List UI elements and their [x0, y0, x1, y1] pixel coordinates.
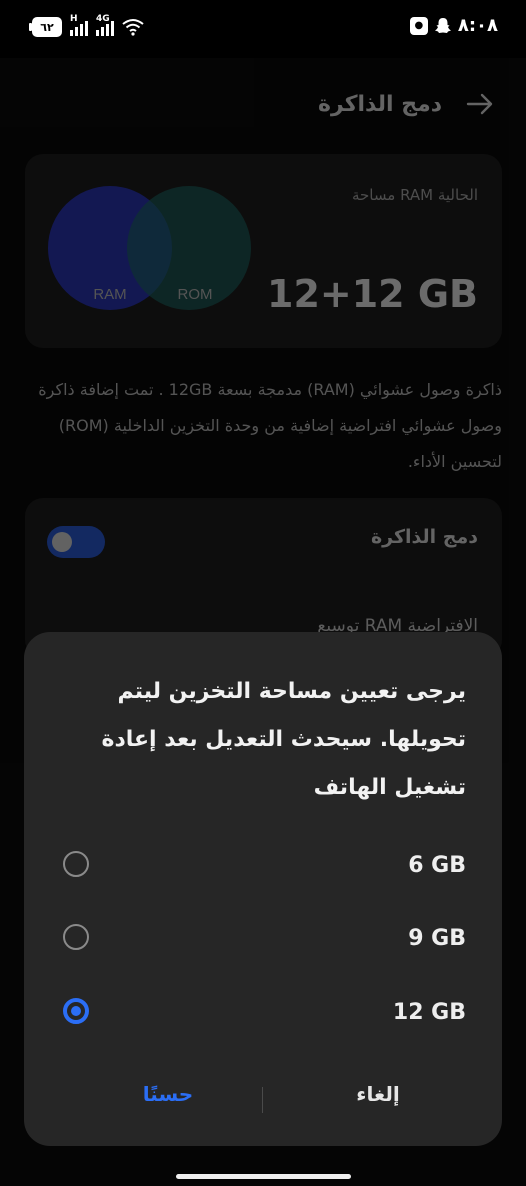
- radio-button-selected[interactable]: [63, 998, 89, 1024]
- option-label: 12 GB: [392, 1000, 466, 1025]
- memory-card: RAM ROM مساحة RAM الحالية 12+12 GB: [25, 154, 502, 348]
- network-type-1: H: [70, 14, 78, 24]
- venn-rom-label: ROM: [178, 286, 213, 303]
- wifi-icon: [122, 19, 144, 36]
- ok-button[interactable]: حسنًا: [68, 1082, 268, 1118]
- signal-icon-1: H: [70, 14, 88, 36]
- fusion-description: ذاكرة وصول عشوائي (RAM) مدمجة بسعة 12GB …: [38, 380, 502, 471]
- radio-button[interactable]: [63, 924, 89, 950]
- option-label: 6 GB: [408, 853, 466, 878]
- dialog-message: يرجى تعيين مساحة التخزين ليتم تحويلها. س…: [101, 679, 466, 800]
- storage-selection-dialog: يرجى تعيين مساحة التخزين ليتم تحويلها. س…: [24, 632, 502, 1146]
- home-indicator[interactable]: [176, 1174, 351, 1179]
- current-ram-label: مساحة RAM الحالية: [351, 186, 478, 204]
- option-9gb[interactable]: 9 GB: [24, 904, 502, 978]
- page-title: دمج الذاكرة: [318, 91, 442, 117]
- ram-rom-venn-diagram: RAM ROM: [48, 186, 251, 310]
- signal-icon-2: 4G: [96, 14, 114, 36]
- network-type-2: 4G: [96, 14, 110, 24]
- venn-ram-label: RAM: [93, 286, 126, 303]
- screen-record-icon: ●: [409, 16, 428, 35]
- snapchat-icon: [434, 17, 451, 33]
- button-divider: [262, 1087, 263, 1113]
- battery-icon: ٦٢: [29, 17, 62, 37]
- status-right: ● ٨:٠٨: [409, 15, 498, 36]
- cancel-button[interactable]: إلغاء: [278, 1082, 478, 1118]
- option-label: 9 GB: [408, 926, 466, 951]
- memory-fusion-toggle[interactable]: [47, 526, 105, 558]
- toggle-knob: [52, 532, 72, 552]
- option-6gb[interactable]: 6 GB: [24, 831, 502, 905]
- page-header: دمج الذاكرة: [26, 74, 496, 134]
- memory-fusion-toggle-label: دمج الذاكرة: [370, 526, 478, 548]
- radio-button[interactable]: [63, 851, 89, 877]
- option-12gb[interactable]: 12 GB: [24, 978, 502, 1052]
- current-ram-value: 12+12 GB: [267, 272, 478, 316]
- battery-level: ٦٢: [40, 20, 54, 34]
- clock: ٨:٠٨: [457, 15, 498, 36]
- back-arrow-icon[interactable]: [464, 88, 496, 120]
- status-left: ٦٢ H 4G: [29, 14, 144, 37]
- status-bar: ٦٢ H 4G ● ٨:٠٨: [0, 0, 526, 58]
